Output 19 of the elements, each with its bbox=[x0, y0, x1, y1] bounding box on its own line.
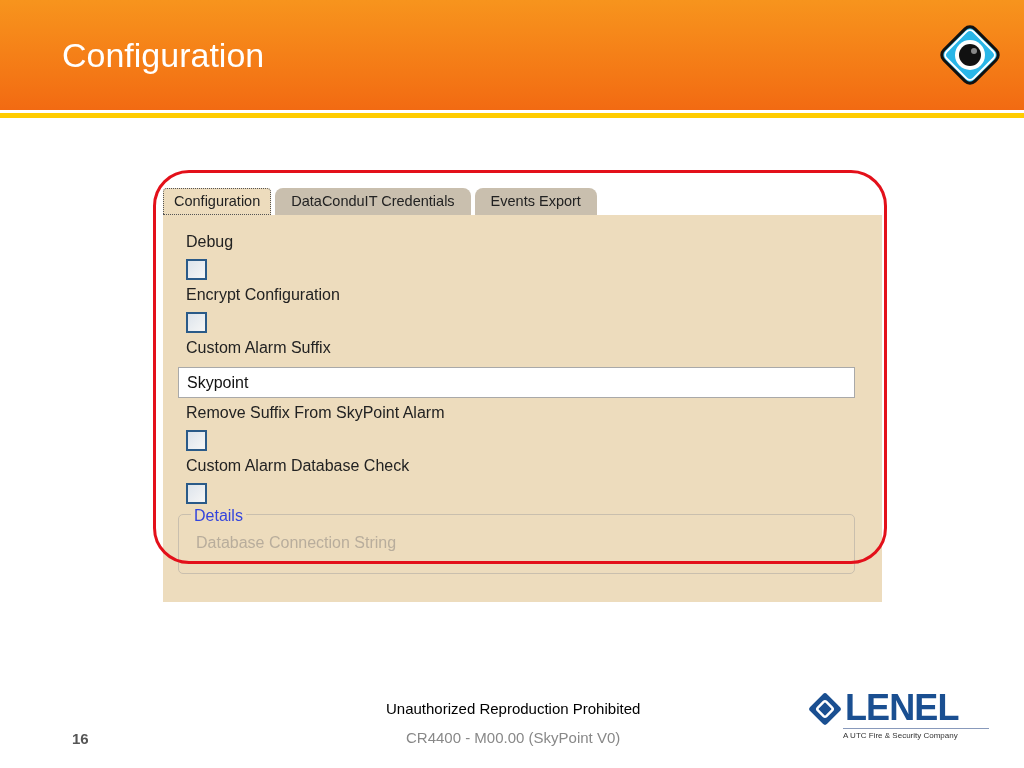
copyright-notice: Unauthorized Reproduction Prohibited bbox=[386, 699, 641, 719]
text-field[interactable]: Skypoint bbox=[178, 367, 855, 398]
tab[interactable]: Configuration bbox=[163, 188, 272, 215]
logo-text: LENEL bbox=[845, 686, 959, 730]
field-label: Encrypt Configuration bbox=[185, 285, 340, 305]
slide-title: Configuration bbox=[62, 34, 265, 76]
tab[interactable]: Events Export bbox=[474, 188, 597, 215]
document-id: CR4400 - M00.00 (SkyPoint V0) bbox=[406, 728, 621, 748]
checkbox[interactable] bbox=[186, 483, 207, 504]
logo-tagline: A UTC Fire & Security Company bbox=[843, 730, 958, 742]
field-label: Custom Alarm Suffix bbox=[185, 338, 331, 358]
field-label: Debug bbox=[185, 232, 234, 252]
checkbox[interactable] bbox=[186, 259, 207, 280]
page-number: 16 bbox=[72, 729, 89, 749]
checkbox[interactable] bbox=[186, 312, 207, 333]
field-label: Custom Alarm Database Check bbox=[185, 456, 410, 476]
field-label: Remove Suffix From SkyPoint Alarm bbox=[185, 403, 445, 423]
checkbox[interactable] bbox=[186, 430, 207, 451]
tab[interactable]: DataConduIT Credentials bbox=[275, 188, 471, 215]
